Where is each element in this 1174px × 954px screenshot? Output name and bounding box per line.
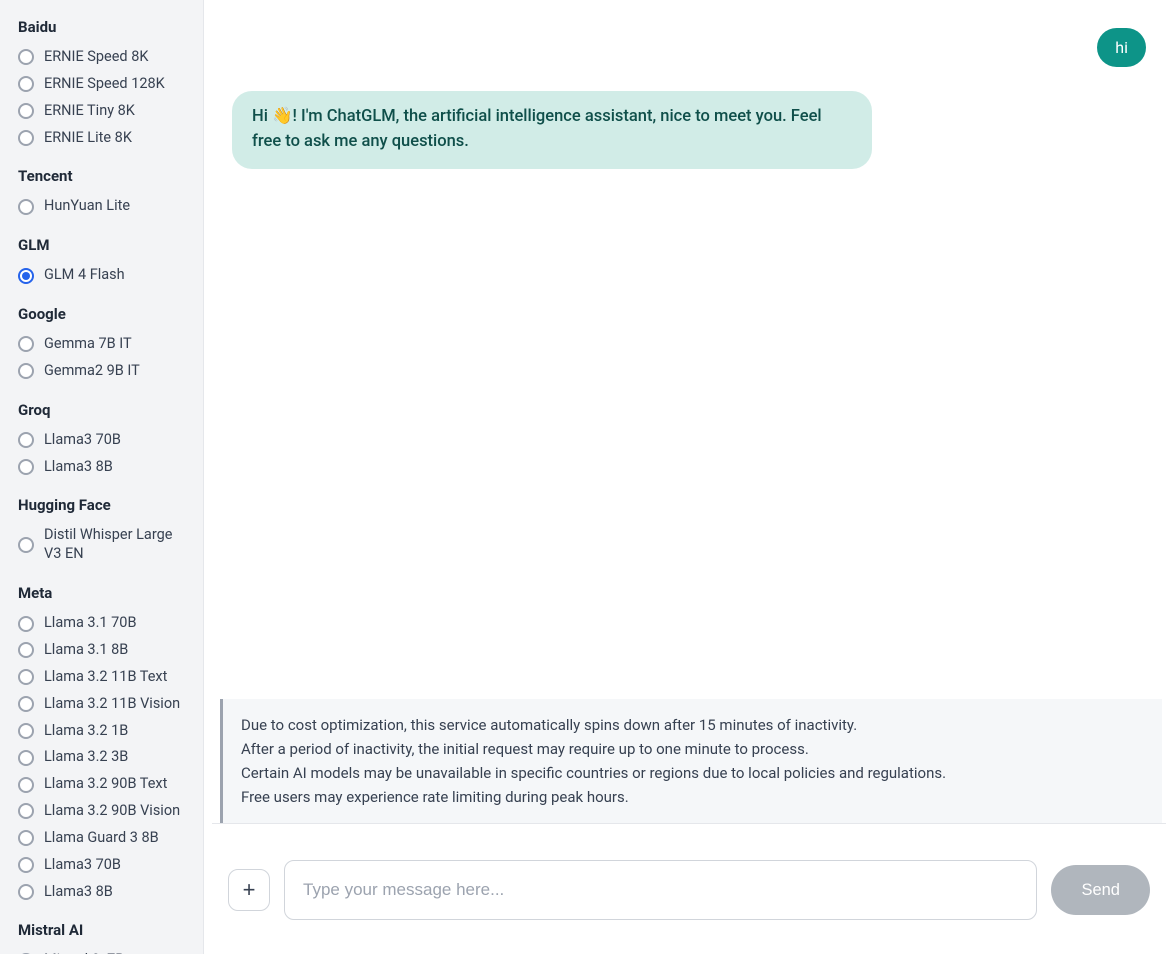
attach-button[interactable]: +: [228, 869, 270, 911]
radio-icon[interactable]: [18, 669, 34, 685]
radio-icon[interactable]: [18, 432, 34, 448]
model-option[interactable]: Distil Whisper Large V3 EN: [18, 522, 189, 568]
radio-icon[interactable]: [18, 76, 34, 92]
model-label: Llama 3.1 8B: [44, 641, 128, 660]
model-option[interactable]: Mixtral 8x7B: [18, 947, 189, 954]
model-label: Llama 3.1 70B: [44, 614, 136, 633]
model-label: Llama 3.2 90B Vision: [44, 802, 180, 821]
user-message-row: hi: [232, 28, 1146, 67]
notice-line: Free users may experience rate limiting …: [241, 785, 1144, 809]
radio-icon[interactable]: [18, 777, 34, 793]
radio-icon[interactable]: [18, 459, 34, 475]
group-title: Meta: [18, 584, 189, 602]
main-panel: hi Hi 👋! I'm ChatGLM, the artificial int…: [204, 0, 1174, 954]
model-label: Llama 3.2 90B Text: [44, 775, 167, 794]
radio-icon[interactable]: [18, 537, 34, 553]
radio-icon[interactable]: [18, 642, 34, 658]
model-option[interactable]: Llama 3.1 8B: [18, 637, 189, 664]
model-label: Gemma2 9B IT: [44, 362, 140, 381]
radio-icon[interactable]: [18, 696, 34, 712]
model-option[interactable]: HunYuan Lite: [18, 193, 189, 220]
model-option[interactable]: Llama 3.2 11B Vision: [18, 691, 189, 718]
model-option[interactable]: ERNIE Lite 8K: [18, 125, 189, 152]
group-title: Baidu: [18, 18, 189, 36]
model-label: Llama3 8B: [44, 883, 113, 902]
model-option[interactable]: Llama3 70B: [18, 852, 189, 879]
notice-line: Certain AI models may be unavailable in …: [241, 761, 1144, 785]
model-option[interactable]: Llama 3.2 1B: [18, 718, 189, 745]
radio-icon[interactable]: [18, 130, 34, 146]
model-option[interactable]: Llama3 8B: [18, 879, 189, 906]
radio-icon[interactable]: [18, 723, 34, 739]
model-option[interactable]: Gemma2 9B IT: [18, 358, 189, 385]
model-option[interactable]: GLM 4 Flash: [18, 262, 189, 289]
radio-icon[interactable]: [18, 884, 34, 900]
model-label: Llama3 8B: [44, 458, 113, 477]
radio-icon[interactable]: [18, 830, 34, 846]
model-option[interactable]: ERNIE Speed 128K: [18, 71, 189, 98]
chat-area: hi Hi 👋! I'm ChatGLM, the artificial int…: [204, 0, 1174, 699]
bot-message-bubble: Hi 👋! I'm ChatGLM, the artificial intell…: [232, 91, 872, 169]
model-label: GLM 4 Flash: [44, 266, 125, 285]
model-label: Llama Guard 3 8B: [44, 829, 159, 848]
radio-icon[interactable]: [18, 199, 34, 215]
model-option[interactable]: Llama 3.2 90B Vision: [18, 798, 189, 825]
model-label: Distil Whisper Large V3 EN: [44, 526, 189, 564]
model-option[interactable]: ERNIE Speed 8K: [18, 44, 189, 71]
model-option[interactable]: Llama 3.2 90B Text: [18, 771, 189, 798]
radio-icon[interactable]: [18, 363, 34, 379]
model-option[interactable]: Llama 3.2 3B: [18, 744, 189, 771]
model-label: Llama 3.2 3B: [44, 748, 128, 767]
notice-line: After a period of inactivity, the initia…: [241, 737, 1144, 761]
notice-line: Due to cost optimization, this service a…: [241, 713, 1144, 737]
bot-message-row: Hi 👋! I'm ChatGLM, the artificial intell…: [232, 91, 1146, 169]
radio-icon[interactable]: [18, 336, 34, 352]
group-title: Groq: [18, 401, 189, 419]
model-label: Gemma 7B IT: [44, 335, 132, 354]
send-button[interactable]: Send: [1051, 865, 1150, 915]
radio-icon[interactable]: [18, 49, 34, 65]
group-title: Hugging Face: [18, 496, 189, 514]
model-option[interactable]: Llama 3.1 70B: [18, 610, 189, 637]
model-label: Llama3 70B: [44, 431, 121, 450]
radio-icon[interactable]: [18, 803, 34, 819]
user-message-bubble: hi: [1097, 28, 1146, 67]
input-bar: + Send: [204, 824, 1174, 954]
model-option[interactable]: Llama3 8B: [18, 454, 189, 481]
message-input[interactable]: [284, 860, 1037, 920]
radio-icon[interactable]: [18, 750, 34, 766]
service-notice: Due to cost optimization, this service a…: [220, 699, 1162, 823]
radio-icon[interactable]: [18, 268, 34, 284]
model-option[interactable]: Llama Guard 3 8B: [18, 825, 189, 852]
model-option[interactable]: Llama 3.2 11B Text: [18, 664, 189, 691]
radio-icon[interactable]: [18, 103, 34, 119]
model-label: Llama 3.2 1B: [44, 722, 128, 741]
radio-icon[interactable]: [18, 616, 34, 632]
model-label: Llama3 70B: [44, 856, 121, 875]
model-label: ERNIE Lite 8K: [44, 129, 132, 148]
model-label: ERNIE Tiny 8K: [44, 102, 135, 121]
model-label: ERNIE Speed 128K: [44, 75, 165, 94]
model-label: HunYuan Lite: [44, 197, 130, 216]
model-option[interactable]: ERNIE Tiny 8K: [18, 98, 189, 125]
model-sidebar: Baidu ERNIE Speed 8K ERNIE Speed 128K ERNIE…: [0, 0, 204, 954]
group-title: Google: [18, 305, 189, 323]
group-title: Tencent: [18, 167, 189, 185]
model-option[interactable]: Llama3 70B: [18, 427, 189, 454]
group-title: GLM: [18, 236, 189, 254]
model-label: Llama 3.2 11B Vision: [44, 695, 180, 714]
group-title: Mistral AI: [18, 921, 189, 939]
model-option[interactable]: Gemma 7B IT: [18, 331, 189, 358]
radio-icon[interactable]: [18, 857, 34, 873]
model-label: ERNIE Speed 8K: [44, 48, 148, 67]
model-label: Llama 3.2 11B Text: [44, 668, 167, 687]
